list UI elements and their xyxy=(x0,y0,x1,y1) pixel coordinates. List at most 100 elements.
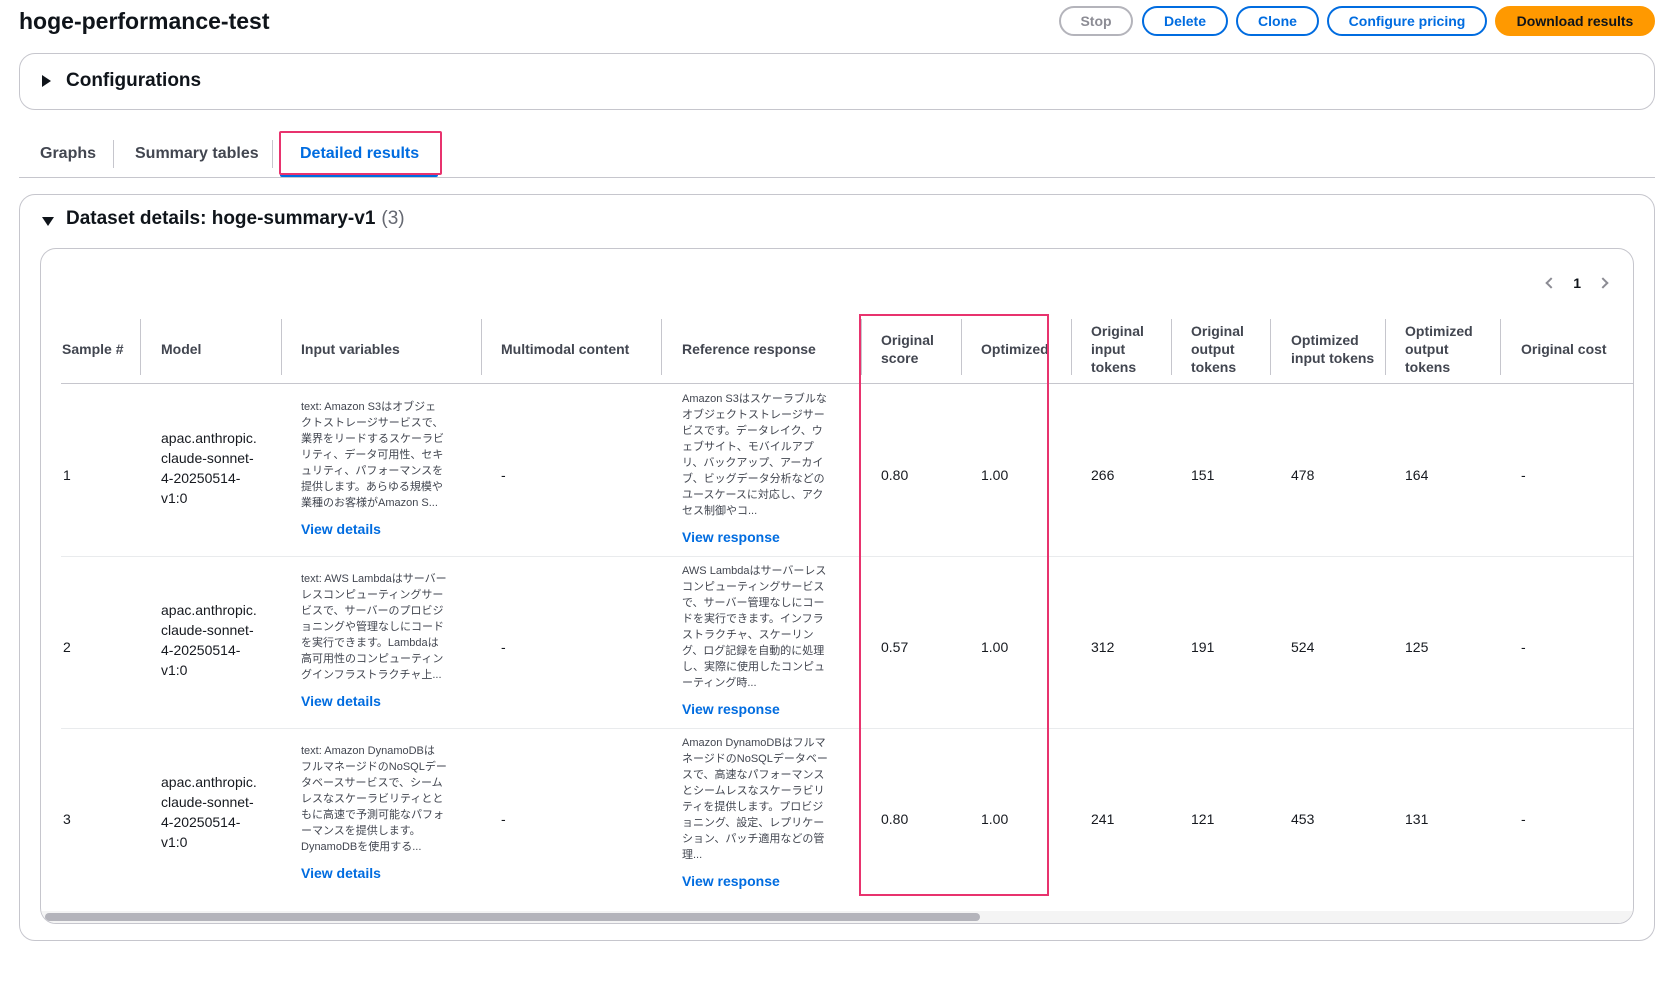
column-separator[interactable] xyxy=(1385,319,1386,375)
column-separator[interactable] xyxy=(861,319,862,375)
reference-line: ョニング、設定、レプリケー xyxy=(682,817,825,829)
column-header-original-input-tokens[interactable]: Original input tokens xyxy=(1091,319,1166,379)
delete-button[interactable]: Delete xyxy=(1142,6,1228,36)
dataset-title[interactable]: Dataset details: hoge-summary-v1 (3) xyxy=(66,208,405,230)
view-details-link[interactable]: View details xyxy=(301,693,381,709)
view-response-link[interactable]: View response xyxy=(682,873,780,889)
cell-reference-response: Amazon DynamoDBはフルマ ネージドのNoSQLデータベー スで、高… xyxy=(682,735,828,863)
model-line: 4-20250514- xyxy=(161,814,241,830)
column-header-original-score[interactable]: Original score xyxy=(881,319,951,379)
reference-line: スで、高速なパフォーマンス xyxy=(682,769,825,781)
cell-optimized-output-tokens: 125 xyxy=(1405,639,1429,655)
column-separator[interactable] xyxy=(1071,319,1072,375)
cell-optimized-output-tokens: 131 xyxy=(1405,811,1429,827)
input-variables-line: 業界をリードするスケーラビ xyxy=(301,433,444,445)
column-separator[interactable] xyxy=(1500,319,1501,375)
model-line: apac.anthropic. xyxy=(161,774,257,790)
column-header-original-output-tokens[interactable]: Original output tokens xyxy=(1191,319,1266,379)
model-line: v1:0 xyxy=(161,662,188,678)
reference-line: ビスです。データレイク、ウ xyxy=(682,425,823,437)
column-header-reference-response[interactable]: Reference response xyxy=(682,319,852,379)
current-page[interactable]: 1 xyxy=(1573,275,1581,291)
reference-line: ーティング時... xyxy=(682,677,757,689)
view-response-link[interactable]: View response xyxy=(682,529,780,545)
column-header-optimized-output-tokens[interactable]: Optimized output tokens xyxy=(1405,319,1490,379)
reference-line: ティを提供します。プロビジ xyxy=(682,801,824,813)
reference-line: リ、バックアップ、アーカイ xyxy=(682,457,824,469)
input-variables-line: 高可用性のコンピューティン xyxy=(301,653,444,665)
cell-original-score: 0.57 xyxy=(881,639,909,655)
column-header-multimodal[interactable]: Multimodal content xyxy=(501,319,661,379)
reference-line: で、サーバー管理なしにコー xyxy=(682,597,825,609)
reference-line: コンピューティングサービス xyxy=(682,581,825,593)
cell-original-cost: - xyxy=(1521,811,1526,827)
input-variables-line: リティ、データ可用性、セキ xyxy=(301,449,444,461)
tab-separator xyxy=(272,140,273,168)
configurations-section[interactable]: Configurations xyxy=(19,53,1655,110)
download-results-button[interactable]: Download results xyxy=(1495,6,1655,36)
cell-reference-response: AWS Lambdaはサーバーレス コンピューティングサービス で、サーバー管理… xyxy=(682,563,826,691)
reference-line: グ、ログ記録を自動的に処理 xyxy=(682,645,825,657)
caret-right-icon[interactable] xyxy=(42,75,51,87)
tab-detailed-results[interactable]: Detailed results xyxy=(300,145,419,163)
column-header-original-cost[interactable]: Original cost xyxy=(1521,319,1631,379)
column-separator[interactable] xyxy=(661,319,662,375)
active-tab-indicator xyxy=(280,173,438,177)
reference-line: ブ、ビッグデータ分析などの xyxy=(682,473,825,485)
page-title: hoge-performance-test xyxy=(19,8,270,34)
column-separator[interactable] xyxy=(481,319,482,375)
dataset-details-section: Dataset details: hoge-summary-v1 (3) 1 Sa… xyxy=(19,194,1655,941)
input-variables-line: タベースサービスで、シーム xyxy=(301,777,443,789)
model-line: apac.anthropic. xyxy=(161,602,257,618)
cell-optimized-score: 1.00 xyxy=(981,639,1009,655)
view-details-link[interactable]: View details xyxy=(301,865,381,881)
model-line: v1:0 xyxy=(161,834,188,850)
column-header-optimized-input-tokens[interactable]: Optimized input tokens xyxy=(1291,319,1376,379)
input-variables-line: フルマネージドのNoSQLデー xyxy=(301,761,447,773)
model-line: claude-sonnet- xyxy=(161,794,254,810)
input-variables-line: ュリティ、パフォーマンスを xyxy=(301,465,444,477)
tab-graphs[interactable]: Graphs xyxy=(40,145,96,163)
stop-button[interactable]: Stop xyxy=(1059,6,1133,36)
cell-model: apac.anthropic. claude-sonnet- 4-2025051… xyxy=(161,772,257,852)
cell-multimodal: - xyxy=(501,639,506,655)
column-header-sample[interactable]: Sample # xyxy=(62,319,132,379)
clone-button[interactable]: Clone xyxy=(1236,6,1319,36)
column-separator[interactable] xyxy=(1270,319,1271,375)
tab-separator xyxy=(113,140,114,168)
tab-summary-tables[interactable]: Summary tables xyxy=(135,145,259,163)
column-separator[interactable] xyxy=(1171,319,1172,375)
cell-input-variables: text: Amazon DynamoDBは フルマネージドのNoSQLデー タ… xyxy=(301,743,447,855)
cell-original-input-tokens: 241 xyxy=(1091,811,1115,827)
configurations-title[interactable]: Configurations xyxy=(66,70,201,92)
cell-optimized-input-tokens: 478 xyxy=(1291,467,1315,483)
cell-sample: 3 xyxy=(63,811,71,827)
cell-original-input-tokens: 312 xyxy=(1091,639,1115,655)
view-details-link[interactable]: View details xyxy=(301,521,381,537)
reference-line: ション、パッチ適用などの管 xyxy=(682,833,825,845)
results-table: 1 Sample # Model Input variables Multimo… xyxy=(40,248,1634,924)
input-variables-line: 業種のお客様がAmazon S... xyxy=(301,497,438,509)
input-variables-line: text: AWS Lambdaはサーバー xyxy=(301,573,447,585)
header-divider xyxy=(61,383,1633,384)
cell-optimized-output-tokens: 164 xyxy=(1405,467,1429,483)
cell-model: apac.anthropic. claude-sonnet- 4-2025051… xyxy=(161,428,257,508)
column-separator[interactable] xyxy=(961,319,962,375)
column-header-model[interactable]: Model xyxy=(161,319,281,379)
horizontal-scrollbar[interactable] xyxy=(41,911,1633,923)
input-variables-line: ーマンスを提供します。 xyxy=(301,825,421,837)
column-header-optimized-score[interactable]: Optimized score xyxy=(981,319,1051,379)
column-separator[interactable] xyxy=(140,319,141,375)
cell-original-score: 0.80 xyxy=(881,467,909,483)
caret-down-icon[interactable] xyxy=(42,217,54,226)
input-variables-line: グインフラストラクチャ上... xyxy=(301,669,442,681)
view-response-link[interactable]: View response xyxy=(682,701,780,717)
chevron-left-icon[interactable] xyxy=(1545,277,1557,289)
reference-line: ェブサイト、モバイルアプ xyxy=(682,441,814,453)
input-variables-line: を実行できます。Lambdaは xyxy=(301,637,439,649)
configure-pricing-button[interactable]: Configure pricing xyxy=(1327,6,1487,36)
scrollbar-thumb[interactable] xyxy=(45,913,980,921)
column-separator[interactable] xyxy=(281,319,282,375)
chevron-right-icon[interactable] xyxy=(1597,277,1609,289)
column-header-input-variables[interactable]: Input variables xyxy=(301,319,481,379)
